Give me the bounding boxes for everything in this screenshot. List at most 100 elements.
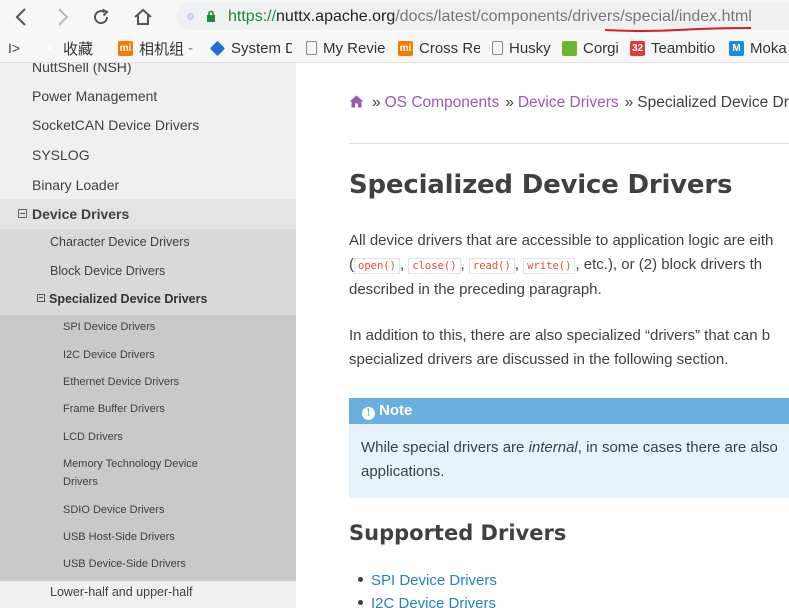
- breadcrumb-separator: »: [624, 94, 634, 111]
- badge-32-icon: 32: [630, 40, 645, 56]
- reload-button[interactable]: [88, 4, 114, 30]
- lock-icon: [207, 10, 215, 22]
- link-spi-drivers[interactable]: SPI Device Drivers: [371, 572, 497, 589]
- sidebar-item-socketcan[interactable]: SocketCAN Device Drivers: [0, 110, 296, 140]
- intro-line-2-tail: , etc.), or (2) block drivers th: [575, 256, 763, 273]
- mi-icon: mi: [398, 40, 413, 56]
- note-text: While special drivers are: [361, 439, 529, 456]
- sidebar-item-usb-host[interactable]: USB Host-Side Drivers: [63, 528, 233, 546]
- note-body: While special drivers are internal, in s…: [361, 436, 778, 484]
- apps-shortcut[interactable]: I>: [8, 39, 20, 57]
- sidebar-item-sdio[interactable]: SDIO Device Drivers: [63, 501, 233, 519]
- bookmark-label: Husky: [509, 39, 551, 57]
- leaf-icon: [562, 40, 577, 56]
- back-arrow-icon: [15, 8, 26, 26]
- bookmark-label: Teambitio: [651, 39, 716, 57]
- sidebar-item-block-drivers[interactable]: Block Device Drivers: [0, 257, 296, 286]
- bookmark-label: Moka: [750, 39, 787, 57]
- breadcrumb: » OS Components» Device Drivers» Specialize…: [349, 94, 789, 112]
- diamond-icon: [210, 40, 226, 56]
- forward-arrow-icon: [58, 8, 69, 26]
- bookmark-label: Corgi: [583, 39, 619, 57]
- back-button[interactable]: [8, 4, 34, 30]
- bookmark-label: My Revie: [323, 39, 386, 57]
- sidebar-item-mtd[interactable]: Memory Technology Device Drivers: [63, 455, 213, 491]
- section-heading: Supported Drivers: [349, 521, 567, 545]
- home-button[interactable]: [130, 4, 156, 30]
- sidebar-toggle-icon: I>: [8, 40, 21, 56]
- bookmark-cross-ref[interactable]: mi Cross Ref: [398, 39, 480, 57]
- browser-toolbar: https://nuttx.apache.org/docs/latest/com…: [0, 0, 789, 33]
- note-emphasis: internal: [528, 439, 578, 456]
- note-title: ! Note: [349, 398, 789, 424]
- sidebar-item-nsh[interactable]: NuttShell (NSH): [0, 63, 296, 82]
- second-paragraph: In addition to this, there are also spec…: [349, 324, 770, 372]
- sidebar-item-i2c[interactable]: I2C Device Drivers: [63, 346, 233, 364]
- bookmark-teambition[interactable]: 32 Teambitio: [630, 39, 718, 57]
- note-title-text: Note: [379, 402, 413, 419]
- bookmark-label: 相机组: [139, 40, 185, 58]
- intro-line-1: All device drivers that are accessible t…: [349, 232, 774, 249]
- sidebar-item-label: Device Drivers: [32, 206, 130, 222]
- collapse-icon[interactable]: [18, 209, 27, 218]
- breadcrumb-os-components[interactable]: OS Components: [385, 94, 500, 111]
- sidebar-item-specialized-drivers[interactable]: Specialized Device Drivers: [0, 285, 296, 314]
- breadcrumb-device-drivers[interactable]: Device Drivers: [518, 94, 619, 111]
- site-info-icon[interactable]: [184, 10, 197, 23]
- breadcrumb-current: Specialized Device Drivers: [637, 94, 789, 111]
- home-icon[interactable]: [349, 95, 364, 108]
- note-line-1: While special drivers are internal, in s…: [361, 436, 778, 460]
- collapse-icon[interactable]: [37, 294, 45, 302]
- bookmark-husky[interactable]: Husky: [492, 39, 551, 57]
- forward-button[interactable]: [50, 4, 76, 30]
- bookmark-my-review[interactable]: My Revie: [306, 39, 386, 57]
- bullet: [358, 577, 363, 582]
- bookmark-label: Cross Ref: [419, 39, 480, 57]
- link-i2c-drivers[interactable]: I2C Device Drivers: [371, 595, 496, 608]
- reload-icon: [94, 8, 109, 25]
- list-item: I2C Device Drivers: [358, 595, 496, 608]
- intro-line-3: described in the preceding paragraph.: [349, 281, 602, 298]
- sidebar-item-character-drivers[interactable]: Character Device Drivers: [0, 228, 296, 257]
- bookmarks-bar: I> ★ 收藏 mi 相机组 - System D My Revie mi Cross …: [0, 33, 789, 63]
- moka-icon: M: [729, 40, 744, 56]
- bookmark-camera-group[interactable]: mi 相机组 -: [118, 39, 193, 58]
- url-text[interactable]: https://nuttx.apache.org/docs/latest/com…: [228, 6, 752, 27]
- sidebar-item-device-drivers[interactable]: Device Drivers: [0, 199, 296, 229]
- bookmark-favorites[interactable]: ★ 收藏: [42, 39, 94, 58]
- intro-paragraph: All device drivers that are accessible t…: [349, 229, 773, 302]
- bookmark-label: System D: [231, 39, 292, 57]
- code-read: read(): [468, 258, 515, 274]
- sidebar-item-ethernet[interactable]: Ethernet Device Drivers: [63, 373, 233, 391]
- bookmark-moka[interactable]: M Moka: [729, 39, 789, 57]
- divider: [349, 143, 789, 144]
- url-scheme: https://: [228, 8, 277, 25]
- breadcrumb-separator: »: [372, 94, 381, 111]
- bookmark-label: 收藏: [63, 40, 94, 58]
- second-line-1: In addition to this, there are also spec…: [349, 327, 771, 344]
- bookmark-system-d[interactable]: System D: [210, 39, 292, 57]
- sidebar-item-binary-loader[interactable]: Binary Loader: [0, 170, 296, 200]
- code-open: open(): [354, 258, 400, 274]
- url-path: /docs/latest/components/drivers/special/…: [395, 8, 752, 25]
- breadcrumb-separator: »: [505, 94, 514, 111]
- docs-sidebar: NuttShell (NSH) Power Management SocketC…: [0, 63, 296, 608]
- code-write: write(): [523, 258, 576, 274]
- sidebar-item-spi[interactable]: SPI Device Drivers: [63, 318, 233, 336]
- main-content: » OS Components» Device Drivers» Specialize…: [296, 63, 789, 608]
- sidebar-item-lcd[interactable]: LCD Drivers: [63, 428, 233, 446]
- note-text: , in some cases there are also: [577, 439, 778, 456]
- bookmark-corgi[interactable]: Corgi: [562, 39, 619, 57]
- note-line-2: applications.: [361, 463, 445, 480]
- sidebar-item-syslog[interactable]: SYSLOG: [0, 140, 296, 170]
- page-title: Specialized Device Drivers: [349, 170, 733, 200]
- sidebar-item-power-management[interactable]: Power Management: [0, 81, 296, 111]
- sidebar-item-framebuffer[interactable]: Frame Buffer Drivers: [63, 400, 233, 418]
- intro-line-2: (open(), close(), read(), write(), etc.)…: [349, 256, 763, 274]
- page-icon: [492, 41, 503, 55]
- star-icon: ★: [45, 42, 54, 54]
- home-outline-icon: [134, 8, 152, 25]
- sidebar-item-usb-device[interactable]: USB Device-Side Drivers: [63, 555, 233, 573]
- second-line-2: specialized drivers are discussed in the…: [349, 351, 729, 368]
- sidebar-item-lower-upper-half[interactable]: Lower-half and upper-half: [0, 578, 296, 607]
